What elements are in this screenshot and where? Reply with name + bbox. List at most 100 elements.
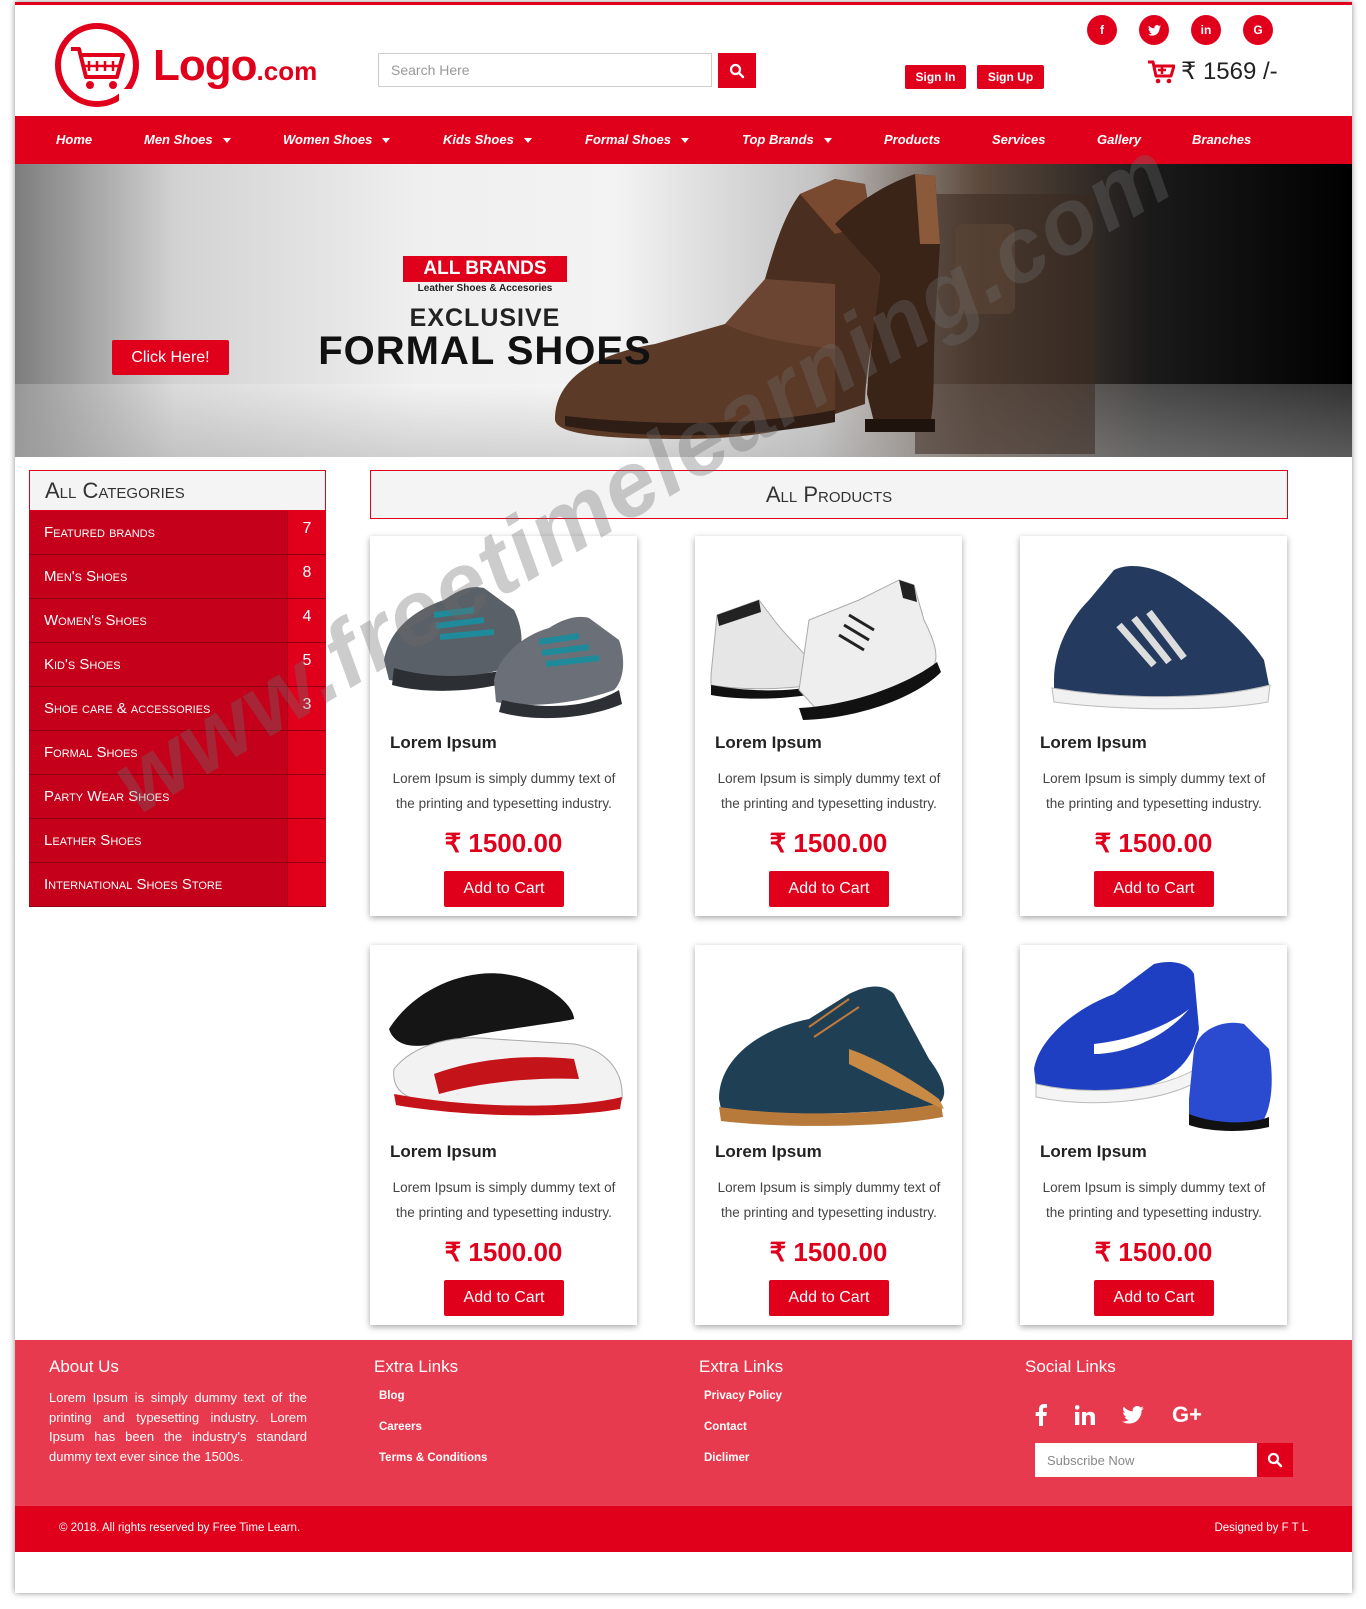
product-description: Lorem Ipsum is simply dummy text of the … <box>717 1180 941 1220</box>
designed-by-text: Designed by F T L <box>1214 1522 1308 1534</box>
product-name: Lorem Ipsum <box>390 1142 497 1161</box>
category-count <box>287 731 326 774</box>
banner-headline-2: FORMAL SHOES <box>318 329 652 373</box>
product-description: Lorem Ipsum is simply dummy text of the … <box>392 771 616 811</box>
facebook-icon[interactable] <box>1025 1400 1057 1430</box>
add-to-cart-button[interactable]: Add to Cart <box>769 871 889 907</box>
search-icon <box>729 63 745 78</box>
linkedin-icon[interactable]: in <box>1191 15 1221 45</box>
add-to-cart-button[interactable]: Add to Cart <box>1094 871 1214 907</box>
google-plus-icon[interactable]: G+ <box>1171 1400 1203 1430</box>
chevron-down-icon <box>222 138 231 144</box>
puma-sneaker-image <box>389 973 623 1116</box>
category-party-wear[interactable]: Party Wear Shoes <box>29 775 326 819</box>
subscribe-button[interactable] <box>1257 1443 1293 1477</box>
cart-summary[interactable]: ₹ 1569 /- <box>1147 57 1278 86</box>
chevron-down-icon <box>680 138 689 144</box>
product-price: ₹ 1500.00 <box>1094 828 1213 858</box>
search-icon <box>1267 1452 1283 1468</box>
category-count: 8 <box>287 555 326 598</box>
about-title: About Us <box>49 1357 119 1376</box>
twitter-icon[interactable] <box>1139 15 1169 45</box>
nav-branches[interactable]: Branches <box>1192 116 1251 164</box>
product-price: ₹ 1500.00 <box>444 828 563 858</box>
cart-logo-icon[interactable] <box>53 21 141 109</box>
nav-top-brands[interactable]: Top Brands <box>742 116 832 164</box>
cart-icon <box>1148 60 1175 83</box>
nav-home[interactable]: Home <box>56 116 92 164</box>
product-card: Lorem Ipsum Lorem Ipsum is simply dummy … <box>1020 945 1287 1325</box>
click-here-button[interactable]: Click Here! <box>112 340 229 375</box>
product-card: Lorem Ipsum Lorem Ipsum is simply dummy … <box>370 536 637 916</box>
nav-kids-shoes[interactable]: Kids Shoes <box>443 116 532 164</box>
link-blog[interactable]: Blog <box>379 1390 405 1402</box>
sign-in-button[interactable]: Sign In <box>905 65 966 89</box>
subscribe-input[interactable] <box>1035 1443 1257 1477</box>
footer: About Us Lorem Ipsum is simply dummy tex… <box>15 1340 1352 1506</box>
category-count <box>287 863 326 906</box>
sign-up-button[interactable]: Sign Up <box>977 65 1044 89</box>
category-count: 4 <box>287 599 326 642</box>
logo-text[interactable]: Logo.com <box>153 41 317 91</box>
social-links-title: Social Links <box>1025 1357 1116 1376</box>
all-brands-badge: ALL BRANDS <box>403 256 567 282</box>
product-description: Lorem Ipsum is simply dummy text of the … <box>1042 1180 1266 1220</box>
extra-links-title: Extra Links <box>699 1357 784 1376</box>
category-international[interactable]: International Shoes Store <box>29 863 326 907</box>
nav-services[interactable]: Services <box>992 116 1046 164</box>
add-to-cart-button[interactable]: Add to Cart <box>769 1280 889 1316</box>
nike-sneaker-image <box>1034 962 1272 1131</box>
linkedin-icon[interactable] <box>1069 1400 1101 1430</box>
adidas-sneaker-image <box>1051 565 1271 710</box>
add-to-cart-button[interactable]: Add to Cart <box>444 871 564 907</box>
search-button[interactable] <box>718 53 756 88</box>
link-terms[interactable]: Terms & Conditions <box>379 1452 487 1464</box>
nav-products[interactable]: Products <box>884 116 940 164</box>
category-count: 3 <box>287 687 326 730</box>
logo-main: Logo <box>153 41 258 90</box>
product-price: ₹ 1500.00 <box>769 1237 888 1267</box>
category-kids-shoes[interactable]: Kid's Shoes 5 <box>29 643 326 687</box>
link-privacy[interactable]: Privacy Policy <box>704 1390 782 1402</box>
category-formal-shoes[interactable]: Formal Shoes <box>29 731 326 775</box>
product-price: ₹ 1500.00 <box>1094 1237 1213 1267</box>
product-name: Lorem Ipsum <box>715 733 822 752</box>
category-count: 5 <box>287 643 326 686</box>
add-to-cart-button[interactable]: Add to Cart <box>444 1280 564 1316</box>
product-name: Lorem Ipsum <box>1040 1142 1147 1161</box>
categories-title: All Categories <box>29 470 326 511</box>
facebook-icon[interactable]: f <box>1087 15 1117 45</box>
product-name: Lorem Ipsum <box>1040 733 1147 752</box>
twitter-icon[interactable] <box>1117 1400 1149 1430</box>
product-card: Lorem Ipsum Lorem Ipsum is simply dummy … <box>695 536 962 916</box>
nav-gallery[interactable]: Gallery <box>1097 116 1141 164</box>
category-leather-shoes[interactable]: Leather Shoes <box>29 819 326 863</box>
category-shoe-care[interactable]: Shoe care & accessories 3 <box>29 687 326 731</box>
link-contact[interactable]: Contact <box>704 1421 747 1433</box>
product-name: Lorem Ipsum <box>390 733 497 752</box>
copyright-text: © 2018. All rights reserved by Free Time… <box>59 1522 301 1534</box>
category-featured-brands[interactable]: Featured brands 7 <box>29 511 326 555</box>
category-mens-shoes[interactable]: Men's Shoes 8 <box>29 555 326 599</box>
products-title: All Products <box>370 470 1288 519</box>
add-to-cart-button[interactable]: Add to Cart <box>1094 1280 1214 1316</box>
nav-women-shoes[interactable]: Women Shoes <box>283 116 391 164</box>
product-card: Lorem Ipsum Lorem Ipsum is simply dummy … <box>370 945 637 1325</box>
white-boot-image <box>710 579 941 720</box>
nav-formal-shoes[interactable]: Formal Shoes <box>585 116 689 164</box>
product-card: Lorem Ipsum Lorem Ipsum is simply dummy … <box>695 945 962 1325</box>
chevron-down-icon <box>823 138 832 144</box>
product-price: ₹ 1500.00 <box>769 828 888 858</box>
product-description: Lorem Ipsum is simply dummy text of the … <box>1042 771 1266 811</box>
chevron-down-icon <box>382 138 391 144</box>
google-icon[interactable]: G <box>1243 15 1273 45</box>
main-nav: Home Men Shoes Women Shoes Kids Shoes Fo… <box>15 116 1352 164</box>
product-card: Lorem Ipsum Lorem Ipsum is simply dummy … <box>1020 536 1287 916</box>
link-disclaimer[interactable]: Diclimer <box>704 1452 749 1464</box>
page: Logo.com Sign In Sign Up f in G ₹ 1569 /… <box>15 2 1352 1593</box>
nav-men-shoes[interactable]: Men Shoes <box>144 116 231 164</box>
category-womens-shoes[interactable]: Women's Shoes 4 <box>29 599 326 643</box>
hero-banner: Click Here! ALL BRANDS Leather Shoes & A… <box>15 164 1352 457</box>
search-input[interactable] <box>378 53 712 87</box>
link-careers[interactable]: Careers <box>379 1421 422 1433</box>
